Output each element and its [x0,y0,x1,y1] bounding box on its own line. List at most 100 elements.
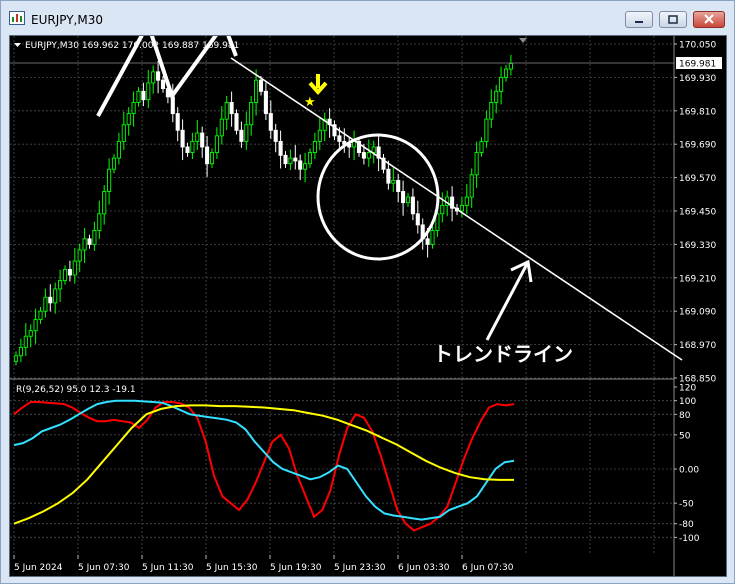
candle-body [200,132,205,148]
chart-area[interactable]: 170.050 169.930 169.810 169.690 169.570 169.4… [9,35,727,577]
candle-body [464,196,469,206]
pointer-arrow-shaft [485,261,530,341]
candle-body [254,79,259,103]
y-tick-label: -100 [679,534,700,544]
candle-body [415,213,420,226]
terminal-window: EURJPY,M30 170.050 169.930 169.810 169.690 1… [0,0,735,584]
candle-body [205,146,210,165]
candle-body [121,124,126,142]
y-tick-label: 169.570 [679,174,716,184]
title-bar[interactable]: EURJPY,M30 [1,1,734,35]
y-tick-label: 169.210 [679,274,716,284]
candle-body [131,101,136,115]
candle-body [195,132,200,142]
candle-body [116,140,121,159]
candle-body [82,238,87,251]
candle-body [401,191,406,204]
x-tick-label: 5 Jun 19:30 [270,563,322,573]
y-tick-label: 120 [679,384,696,394]
candle-body [239,129,244,142]
annotation-text: トレンドライン [433,342,573,366]
chart-canvas[interactable]: 170.050 169.930 169.810 169.690 169.570 169.4… [10,36,726,576]
candle-body [430,230,435,245]
candle-body [391,179,396,184]
maximize-button[interactable] [659,11,687,28]
candle-body [72,260,77,276]
y-tick-label: 0.00 [679,466,699,476]
candle-body [102,191,107,215]
candle-body [23,335,28,348]
pointer-arrow-icon [510,259,533,283]
candle-body [58,280,63,290]
candle-body [474,152,479,176]
candle-body [273,129,278,142]
trend-line[interactable] [230,57,683,361]
candle-body [459,204,464,212]
y-tick-label: 80 [679,411,691,421]
x-tick-label: 6 Jun 07:30 [462,563,514,573]
indicator-axis: 120 100 80 50 0.00 -50 -80 -100 [674,384,700,544]
candle-body [494,90,499,103]
y-tick-label: -50 [679,500,694,510]
candle-body [136,90,141,103]
candle-body [312,140,317,153]
candle-body [303,163,308,170]
close-button[interactable] [693,11,725,28]
chart-app-icon [9,11,25,25]
candle-body [352,140,357,148]
candle-body [489,101,494,120]
candle-body [107,168,112,192]
candle-body [214,135,219,153]
x-tick-label: 5 Jun 23:30 [334,563,386,573]
candle-body [317,129,322,142]
current-price-label: 169.981 [679,60,716,70]
dropdown-triangle-icon[interactable] [14,43,21,47]
candle-body [396,179,401,192]
y-tick-label: 169.810 [679,107,716,117]
candle-body [503,68,509,78]
signal-arrow-icon [308,74,328,96]
candle-body [469,174,474,198]
candle-body [249,101,254,126]
candle-body [77,249,82,262]
candle-body [87,238,92,245]
x-tick-label: 5 Jun 15:30 [206,563,258,573]
candle-body [43,296,48,312]
y-tick-label: 169.930 [679,74,716,84]
candle-body [484,118,489,142]
candle-body [293,157,298,162]
minimize-button[interactable] [625,11,653,28]
candle-body [337,135,342,142]
restore-icon [668,15,678,24]
candle-body [366,152,371,159]
candle-body [13,355,19,362]
y-tick-label: 169.090 [679,308,716,318]
x-tick-label: 6 Jun 03:30 [398,563,450,573]
y-tick-label: 169.450 [679,208,716,218]
candle-body [405,196,411,204]
candle-body [209,152,215,165]
price-axis: 170.050 169.930 169.810 169.690 169.570 169.4… [674,41,716,385]
y-tick-label: 169.690 [679,141,716,151]
y-tick-label: -80 [679,520,694,530]
candle-body [126,113,131,126]
candle-body [263,90,268,115]
candle-body [224,101,229,120]
close-icon [704,14,714,24]
candle-body [180,129,185,148]
candle-body [268,113,273,131]
candle-body [48,296,53,304]
candle-body [141,90,146,101]
x-tick-label: 5 Jun 07:30 [78,563,130,573]
candle-body [361,152,366,159]
candle-body [288,157,293,165]
candle-body [258,79,264,92]
candle-body [97,213,102,231]
x-tick-label: 5 Jun 11:30 [142,563,194,573]
signal-star-icon: ★ [304,95,316,110]
candle-body [219,118,224,137]
candle-body [156,71,161,81]
candle-body [425,238,430,245]
y-tick-label: 170.050 [679,41,716,51]
candle-body [62,268,68,282]
